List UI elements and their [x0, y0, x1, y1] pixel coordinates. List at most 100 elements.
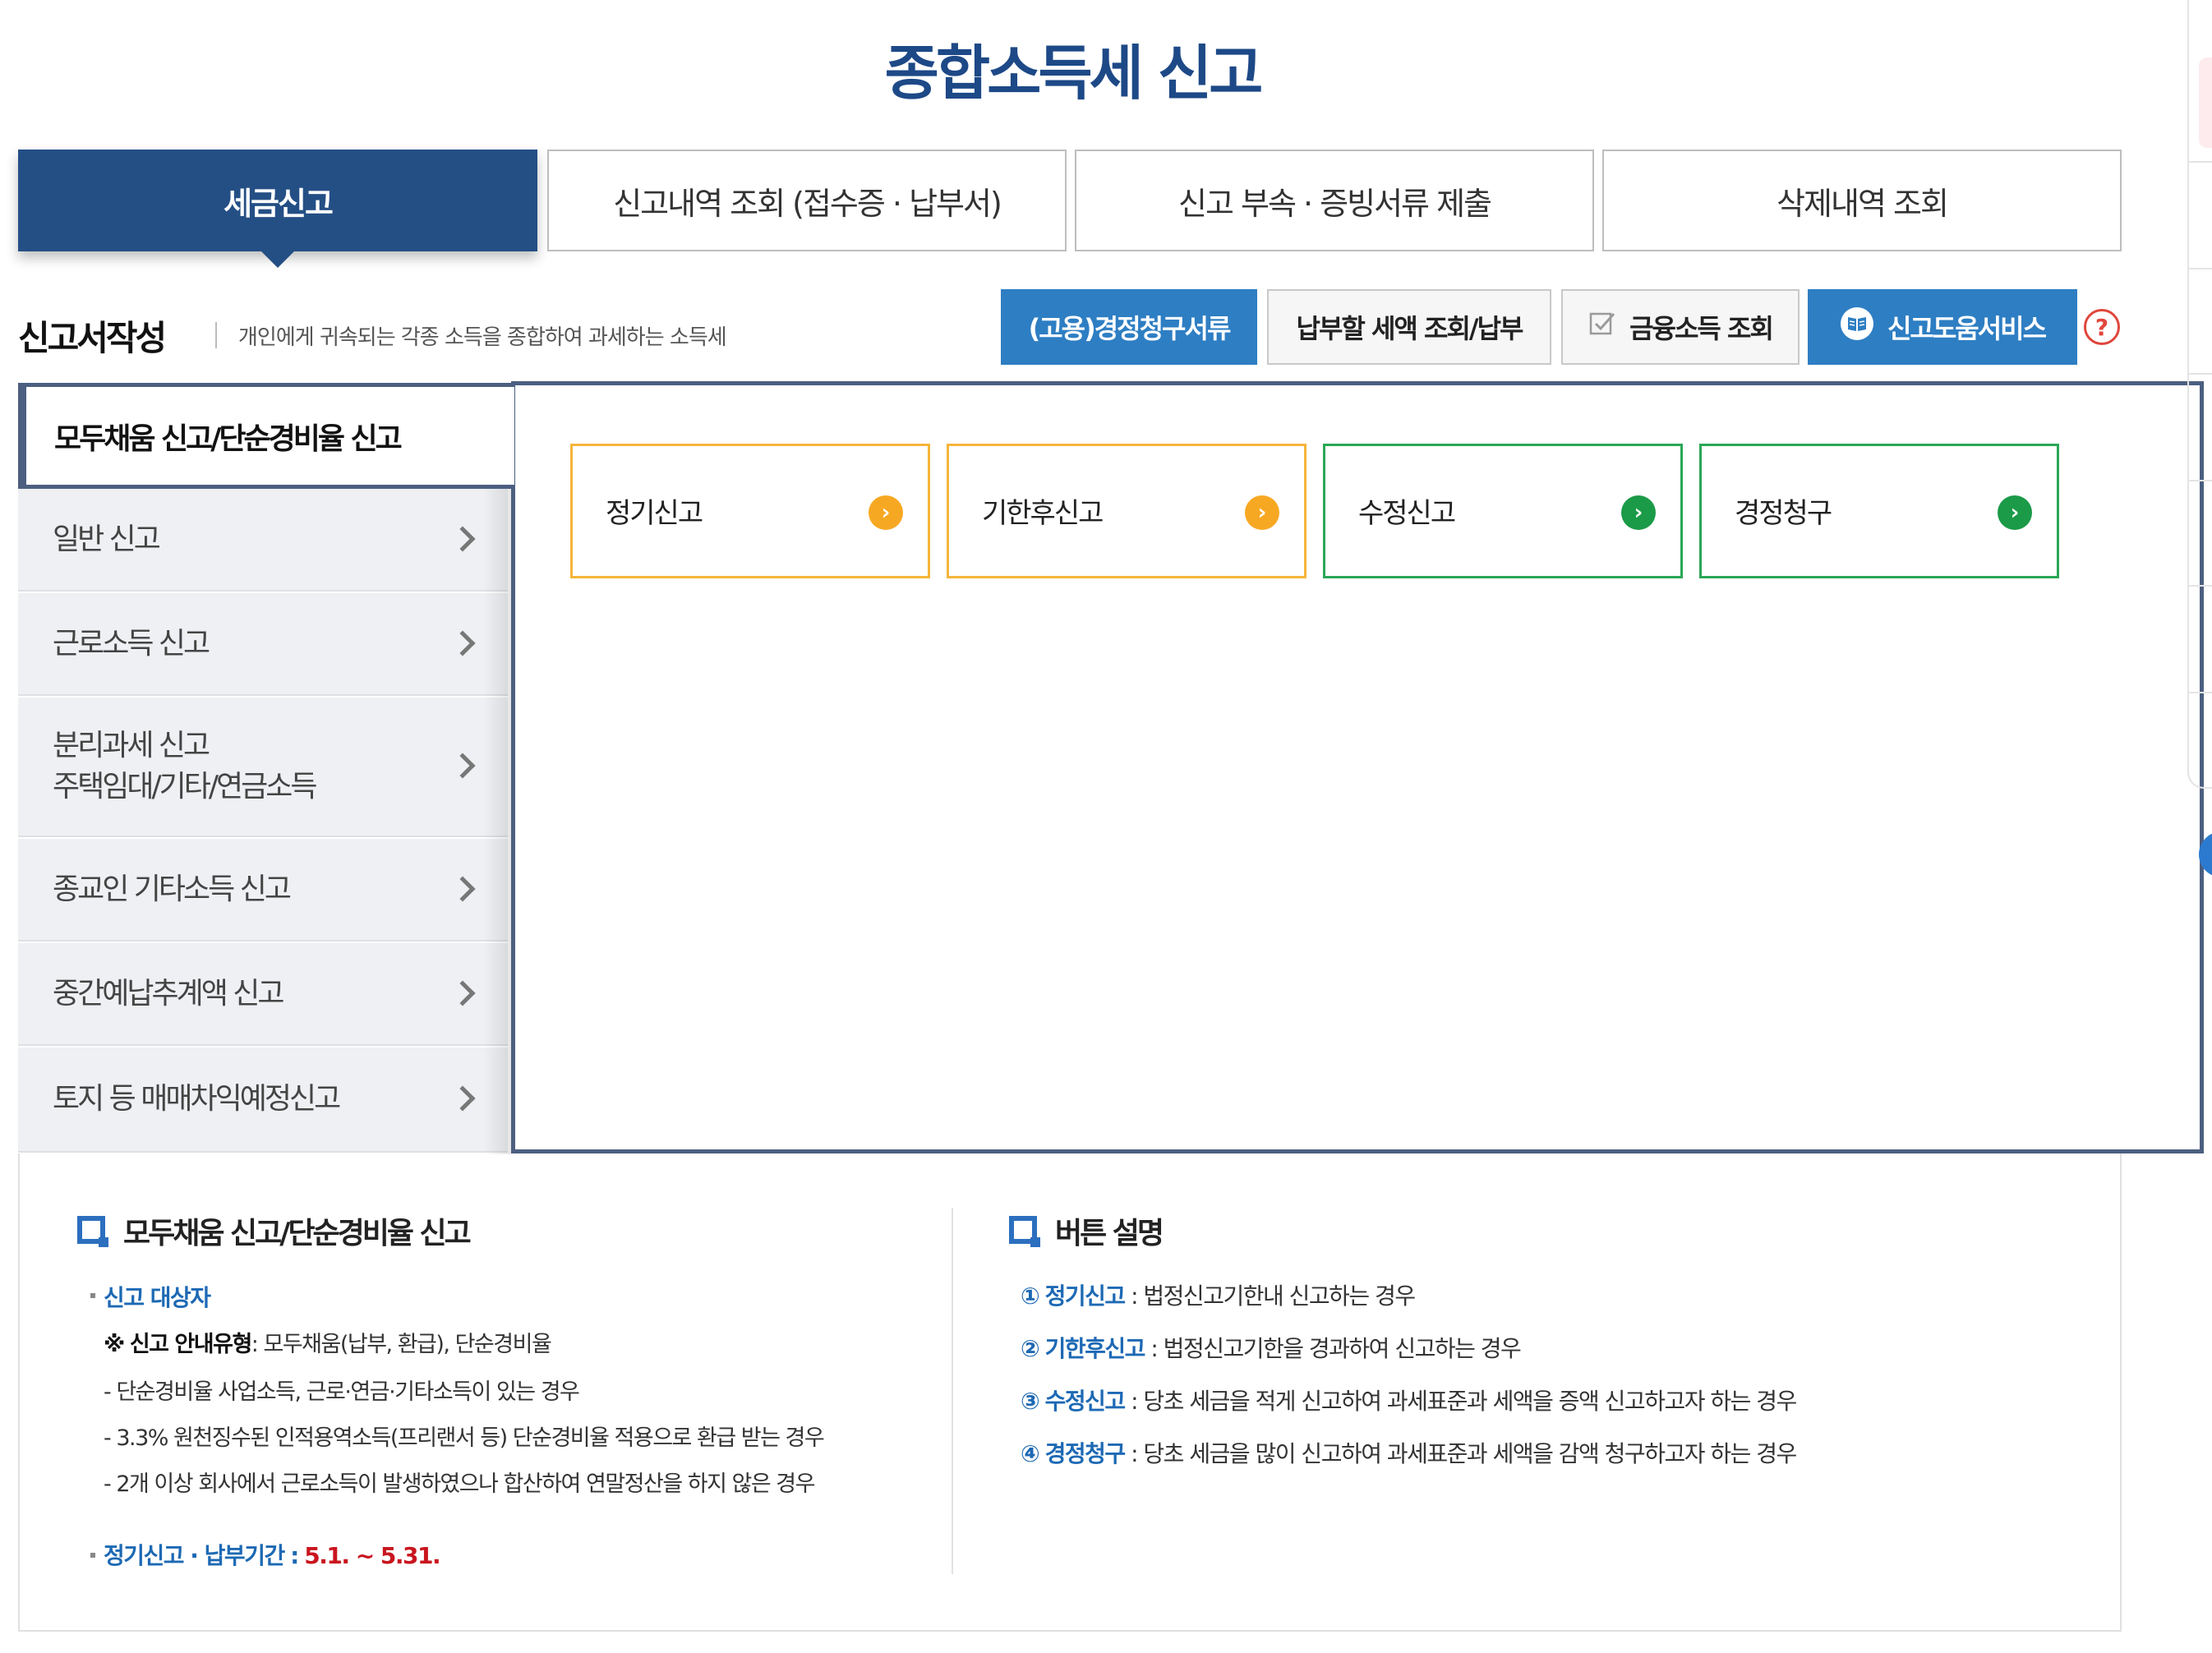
tab-label: 세금신고: [224, 185, 334, 222]
item-term: 경정청구: [1044, 1440, 1127, 1467]
case-text: 3.3% 원천징수된 인적용역소득(프리랜서 등) 단순경비율 적용으로 환급 …: [116, 1425, 824, 1451]
button-label: 납부할 세액 조회/납부: [1296, 313, 1524, 344]
case-text: 2개 이상 회사에서 근로소득이 발생하였으나 합산하여 연말정산을 하지 않은…: [116, 1471, 815, 1497]
case-item: - 3.3% 원천징수된 인적용역소득(프리랜서 등) 단순경비율 적용으로 환…: [104, 1425, 825, 1451]
late-filing-button[interactable]: 기한후신고 ›: [947, 444, 1306, 578]
item-number: ②: [1021, 1335, 1040, 1362]
menu-shadow: [483, 489, 511, 1154]
square-bullet-icon: [1009, 1216, 1040, 1247]
item-term: 기한후신고: [1044, 1335, 1146, 1362]
item-desc: : 당초 세금을 많이 신고하여 과세표준과 세액을 감액 청구하고자 하는 경…: [1131, 1440, 1797, 1467]
sidebar-item-label: 중간예납추계액 신고: [53, 976, 285, 1011]
help-question-icon[interactable]: ?: [2084, 309, 2120, 345]
case-item: - 단순경비율 사업소득, 근로·연금·기타소득이 있는 경우: [104, 1379, 580, 1405]
side-menu-divider: [2189, 161, 2212, 163]
page-title: 종합소득세 신고: [884, 39, 1264, 108]
arrow-right-icon: ›: [869, 495, 903, 530]
button-desc-item: ④ 경정청구 : 당초 세금을 많이 신고하여 과세표준과 세액을 감액 청구하…: [1021, 1436, 1797, 1469]
tab-tax-filing[interactable]: 세금신고: [18, 150, 537, 268]
button-label: 금융소득 조회: [1629, 313, 1774, 344]
sidebar-item-selected[interactable]: 모두채움 신고/단순경비율 신고: [18, 383, 514, 485]
sidebar-item-label: 일반 신고: [53, 522, 161, 556]
section-divider: [215, 322, 217, 348]
tab-filing-history[interactable]: 신고내역 조회 (접수증 · 납부서): [547, 150, 1067, 251]
target-label: 신고 대상자: [104, 1284, 211, 1311]
sidebar-item-sublabel: 주택임대/기타/연금소득: [53, 770, 317, 803]
button-desc-item: ③ 수정신고 : 당초 세금을 적게 신고하여 과세표준과 세액을 증액 신고하…: [1021, 1384, 1797, 1416]
option-label: 경정청구: [1735, 497, 1832, 530]
filing-period: 정기신고 · 납부기간 : 5.1. ~ 5.31.: [104, 1538, 441, 1571]
arrow-right-icon: ›: [1621, 495, 1656, 530]
sidebar-item-label: 분리과세 신고: [53, 729, 210, 762]
sidebar-item-separate-taxation[interactable]: 분리과세 신고 주택임대/기타/연금소득: [18, 698, 508, 837]
case-text: 단순경비율 사업소득, 근로·연금·기타소득이 있는 경우: [116, 1379, 580, 1405]
tax-payment-button[interactable]: 납부할 세액 조회/납부: [1267, 289, 1551, 365]
sidebar-item-interim-prepayment[interactable]: 중간예납추계액 신고: [18, 943, 508, 1046]
arrow-right-icon: ›: [1998, 495, 2032, 530]
sidebar-item-general[interactable]: 일반 신고: [18, 489, 508, 592]
info-right-heading: 버튼 설명: [1055, 1217, 1164, 1250]
case-item: - 2개 이상 회사에서 근로소득이 발생하였으나 합산하여 연말정산을 하지 …: [104, 1471, 815, 1497]
bullet-dot: [90, 1553, 95, 1558]
item-number: ④: [1021, 1440, 1040, 1467]
chevron-right-icon: [449, 629, 476, 656]
option-label: 수정신고: [1358, 497, 1456, 530]
refund-claim-button[interactable]: 경정청구 ›: [1699, 444, 2059, 578]
employment-refund-button[interactable]: (고용)경정청구서류: [1001, 289, 1257, 365]
info-left-heading: 모두채움 신고/단순경비율 신고: [123, 1217, 472, 1250]
side-menu-divider: [2189, 373, 2212, 375]
regular-filing-button[interactable]: 정기신고 ›: [570, 444, 930, 578]
button-label: 신고도움서비스: [1887, 313, 2047, 344]
guide-line: ※ 신고 안내유형: 모두채움(납부, 환급), 단순경비율: [104, 1326, 552, 1358]
chevron-right-icon: [449, 875, 476, 902]
button-desc-item: ① 정기신고 : 법정신고기한내 신고하는 경우: [1021, 1278, 1416, 1311]
period-separator: :: [290, 1542, 299, 1569]
side-menu-highlight[interactable]: [2199, 58, 2212, 148]
tab-label: 신고 부속 · 증빙서류 제출: [1178, 185, 1492, 222]
item-desc: : 법정신고기한내 신고하는 경우: [1131, 1282, 1416, 1310]
tab-attachment-submission[interactable]: 신고 부속 · 증빙서류 제출: [1075, 150, 1594, 251]
chevron-right-icon: [449, 525, 476, 552]
section-title: 신고서작성: [18, 318, 167, 358]
section-description: 개인에게 귀속되는 각종 소득을 종합하여 과세하는 소득세: [238, 325, 727, 350]
active-tab-indicator: [260, 250, 296, 268]
side-menu-divider: [2189, 268, 2212, 269]
sidebar-item-label: 토지 등 매매차익예정신고: [53, 1082, 341, 1116]
option-label: 정기신고: [606, 497, 703, 530]
item-number: ③: [1021, 1388, 1040, 1415]
guide-label: 신고 안내유형: [129, 1332, 252, 1357]
chevron-right-icon: [449, 753, 476, 779]
tab-label: 신고내역 조회 (접수증 · 납부서): [613, 185, 1002, 222]
sidebar-item-land-sale[interactable]: 토지 등 매매차익예정신고: [18, 1048, 508, 1153]
side-menu-divider: [2189, 585, 2212, 587]
tab-deleted-history[interactable]: 삭제내역 조회: [1602, 150, 2122, 251]
info-divider: [952, 1208, 953, 1574]
item-desc: : 당초 세금을 적게 신고하여 과세표준과 세액을 증액 신고하고자 하는 경…: [1131, 1388, 1797, 1415]
guide-prefix: ※: [104, 1332, 125, 1357]
guide-text: : 모두채움(납부, 환급), 단순경비율: [251, 1332, 552, 1357]
item-term: 수정신고: [1044, 1388, 1127, 1415]
side-menu-divider: [2189, 692, 2212, 693]
period-value: 5.1. ~ 5.31.: [304, 1542, 440, 1569]
item-term: 정기신고: [1044, 1282, 1127, 1310]
button-desc-item: ② 기한후신고 : 법정신고기한을 경과하여 신고하는 경우: [1021, 1331, 1522, 1364]
sidebar-item-label: 근로소득 신고: [53, 626, 210, 661]
help-service-button[interactable]: 신고도움서비스: [1808, 289, 2077, 365]
financial-income-button[interactable]: 금융소득 조회: [1561, 289, 1800, 365]
item-desc: : 법정신고기한을 경과하여 신고하는 경우: [1150, 1335, 1521, 1362]
amended-filing-button[interactable]: 수정신고 ›: [1323, 444, 1683, 578]
sidebar-item-earned-income[interactable]: 근로소득 신고: [18, 593, 508, 696]
checkbox-edit-icon: [1588, 310, 1616, 344]
period-label: 정기신고 · 납부기간: [104, 1542, 285, 1569]
tab-label: 삭제내역 조회: [1777, 185, 1949, 222]
book-icon: [1840, 306, 1874, 348]
chevron-right-icon: [449, 979, 476, 1006]
bullet-dot: [90, 1293, 95, 1298]
option-label: 기한후신고: [982, 497, 1104, 530]
side-menu-divider: [2189, 480, 2212, 481]
sidebar-item-label: 종교인 기타소득 신고: [53, 872, 292, 906]
sidebar-item-religious[interactable]: 종교인 기타소득 신고: [18, 839, 508, 942]
item-number: ①: [1021, 1282, 1040, 1310]
chevron-right-icon: [449, 1085, 476, 1112]
square-bullet-icon: [77, 1216, 108, 1247]
